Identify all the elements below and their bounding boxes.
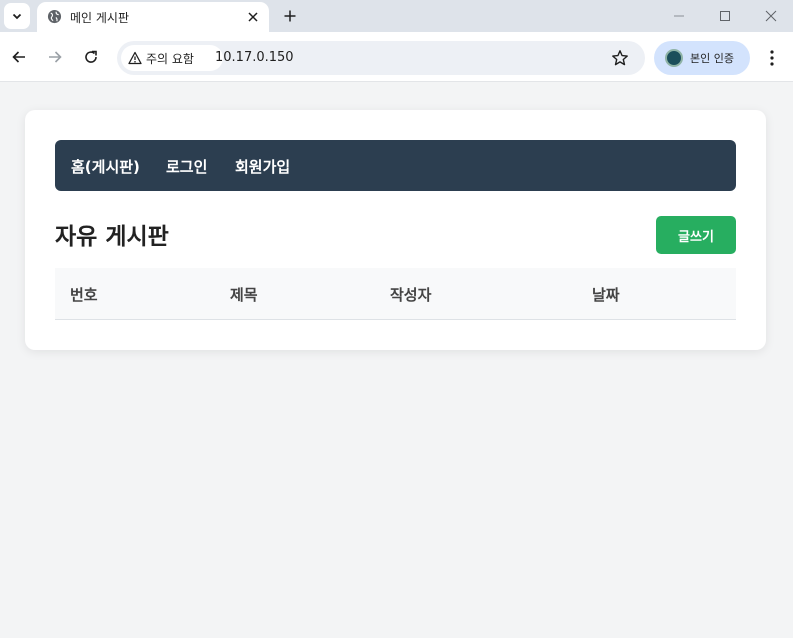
- security-label: 주의 요함: [146, 52, 194, 66]
- profile-button[interactable]: 본인 인증: [654, 41, 750, 75]
- page-viewport: 홈(게시판) 로그인 회원가입 자유 게시판 글쓰기 번호 제목 작성자 날짜: [0, 83, 793, 638]
- maximize-icon: [720, 11, 730, 21]
- menu-button[interactable]: [762, 48, 782, 68]
- profile-label: 본인 인증: [690, 52, 734, 65]
- column-header-author: 작성자: [390, 286, 432, 304]
- reload-icon: [85, 50, 97, 63]
- chevron-down-icon: [12, 13, 22, 20]
- column-header-title: 제목: [230, 286, 258, 304]
- window-close-icon: [765, 10, 777, 22]
- reload-button[interactable]: [80, 46, 102, 68]
- browser-toolbar: 주의 요함 10.17.0.150 본인 인증: [0, 32, 793, 82]
- active-tab[interactable]: 메인 게시판: [37, 2, 269, 32]
- back-button[interactable]: [8, 46, 30, 68]
- globe-icon: [47, 9, 62, 24]
- more-vert-icon: [770, 50, 774, 66]
- new-tab-button[interactable]: [280, 6, 300, 26]
- url-text[interactable]: 10.17.0.150: [215, 50, 294, 65]
- tab-list-button[interactable]: [4, 3, 30, 29]
- nav-link-home[interactable]: 홈(게시판): [71, 156, 140, 177]
- tab-close-button[interactable]: [245, 9, 261, 25]
- close-icon: [248, 12, 258, 22]
- nav-link-signup[interactable]: 회원가입: [235, 156, 290, 177]
- column-header-date: 날짜: [592, 286, 620, 304]
- tab-strip: 메인 게시판: [0, 0, 793, 32]
- minimize-icon: [674, 15, 684, 17]
- page-title: 자유 게시판: [55, 224, 169, 250]
- column-header-number: 번호: [70, 286, 98, 304]
- board-card: 홈(게시판) 로그인 회원가입 자유 게시판 글쓰기 번호 제목 작성자 날짜: [25, 110, 766, 350]
- site-navbar: 홈(게시판) 로그인 회원가입: [55, 140, 736, 191]
- forward-button[interactable]: [44, 46, 66, 68]
- nav-link-login[interactable]: 로그인: [166, 156, 207, 177]
- security-chip[interactable]: 주의 요함: [121, 45, 223, 71]
- warning-icon: [128, 51, 142, 65]
- forward-arrow-icon: [49, 51, 62, 63]
- write-post-button[interactable]: 글쓰기: [656, 216, 736, 254]
- posts-table: 번호 제목 작성자 날짜: [55, 268, 736, 320]
- star-icon[interactable]: [611, 49, 629, 67]
- avatar: [665, 49, 683, 67]
- tab-title: 메인 게시판: [70, 11, 130, 25]
- maximize-button[interactable]: [715, 6, 735, 26]
- minimize-button[interactable]: [669, 6, 689, 26]
- back-arrow-icon: [12, 51, 25, 63]
- plus-icon: [284, 10, 296, 22]
- address-bar[interactable]: 주의 요함 10.17.0.150: [117, 41, 645, 75]
- window-close-button[interactable]: [761, 6, 781, 26]
